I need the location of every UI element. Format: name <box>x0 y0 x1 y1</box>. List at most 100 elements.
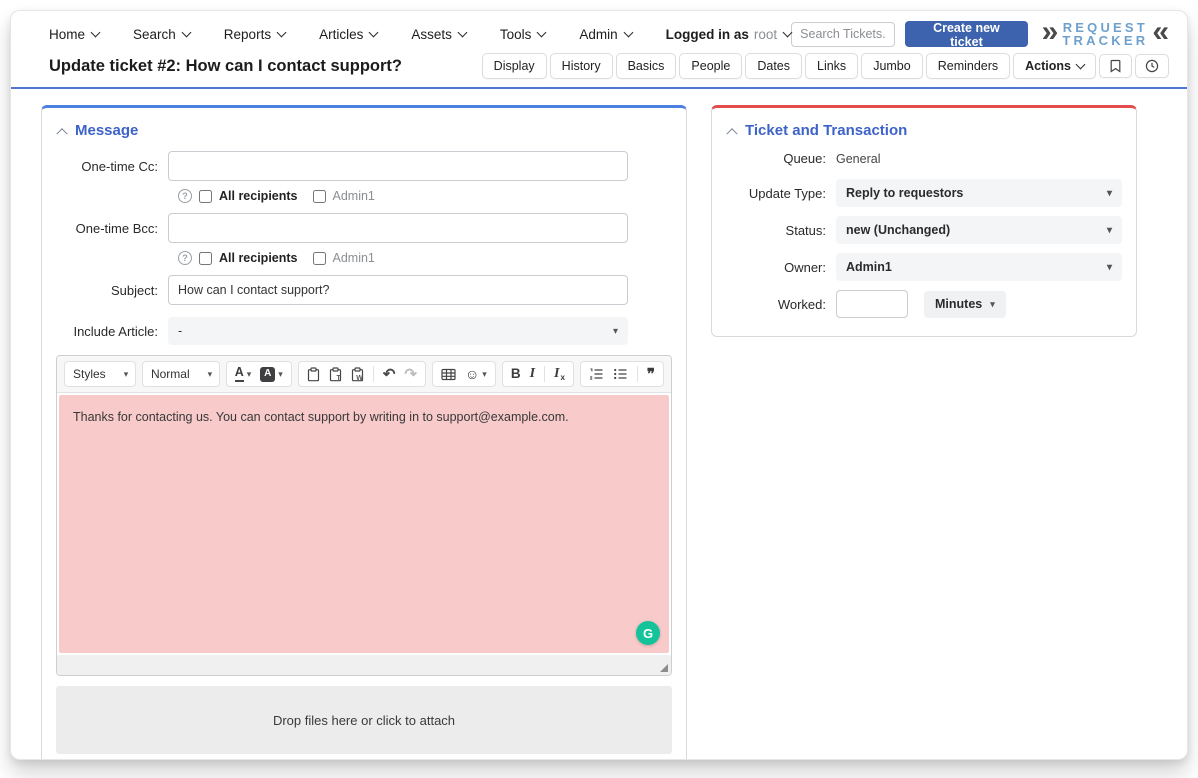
cc-all-recipients-checkbox[interactable] <box>199 190 212 203</box>
remove-format-button[interactable]: Ix <box>554 367 565 381</box>
grammarly-button[interactable]: G <box>636 621 660 645</box>
tab-basics[interactable]: Basics <box>616 53 677 79</box>
paste-button[interactable] <box>307 367 320 382</box>
nav-assets-label: Assets <box>411 27 452 42</box>
italic-button[interactable]: I <box>530 367 535 381</box>
styles-dropdown[interactable]: Styles ▾ <box>64 361 136 387</box>
paste-from-word-letter: W <box>356 375 363 382</box>
paste-plain-text-button[interactable]: T <box>329 367 342 382</box>
time-worked-button[interactable] <box>1135 54 1169 78</box>
logo-line1: REQUEST <box>1063 21 1148 34</box>
status-select[interactable]: new (Unchanged) ▾ <box>836 216 1122 244</box>
caret-down-icon: ▾ <box>124 369 129 380</box>
nav-home[interactable]: Home <box>49 27 99 42</box>
subject-label: Subject: <box>56 283 168 298</box>
font-color-button[interactable]: A▾ <box>235 366 252 382</box>
tab-people[interactable]: People <box>679 53 742 79</box>
cc-all-recipients-label: All recipients <box>219 189 298 203</box>
toolbar-divider <box>637 366 638 382</box>
nav-articles-label: Articles <box>319 27 363 42</box>
update-type-row: Update Type: Reply to requestors ▾ <box>726 179 1122 207</box>
nav-right-group: Create new ticket » REQUEST TRACKER « <box>791 21 1169 48</box>
ticket-transaction-panel: Ticket and Transaction Queue: General Up… <box>711 105 1137 337</box>
resize-handle[interactable] <box>660 664 668 672</box>
worked-unit-value: Minutes <box>935 297 982 311</box>
help-icon[interactable]: ? <box>178 189 192 203</box>
ticket-section-header[interactable]: Ticket and Transaction <box>728 122 1122 139</box>
nav-search[interactable]: Search <box>133 27 190 42</box>
emoji-button[interactable]: ☺▾ <box>465 367 487 381</box>
logo-line2: TRACKER <box>1062 34 1148 47</box>
title-bar: Update ticket #2: How can I contact supp… <box>11 53 1187 89</box>
cc-admin1-checkbox[interactable] <box>313 190 326 203</box>
nav-search-label: Search <box>133 27 176 42</box>
bcc-admin1-checkbox[interactable] <box>313 252 326 265</box>
bullet-list-button[interactable] <box>613 368 628 380</box>
subject-row: Subject: <box>56 275 672 305</box>
paragraph-format-dropdown[interactable]: Normal ▾ <box>142 361 220 387</box>
clipboard-group: T W ↶ ↷ <box>298 361 426 387</box>
include-article-select[interactable]: - ▾ <box>168 317 628 345</box>
blockquote-button[interactable]: ❞ <box>647 367 655 382</box>
bcc-all-recipients-checkbox[interactable] <box>199 252 212 265</box>
nav-articles[interactable]: Articles <box>319 27 377 42</box>
page-title: Update ticket #2: How can I contact supp… <box>49 57 402 76</box>
editor-content-area[interactable]: Thanks for contacting us. You can contac… <box>59 395 669 653</box>
nav-tools-label: Tools <box>500 27 532 42</box>
tab-history[interactable]: History <box>550 53 613 79</box>
double-chevron-right-icon: » <box>1042 17 1059 47</box>
main-content: Message One-time Cc: ? All recipients Ad… <box>11 89 1187 760</box>
tab-reminders[interactable]: Reminders <box>926 53 1010 79</box>
tab-dates[interactable]: Dates <box>745 53 802 79</box>
nav-reports[interactable]: Reports <box>224 27 285 42</box>
subject-input[interactable] <box>168 275 628 305</box>
caret-down-icon: ▾ <box>1107 262 1112 273</box>
bold-button[interactable]: B <box>511 367 521 381</box>
smiley-icon: ☺ <box>465 367 479 381</box>
search-tickets-input[interactable] <box>791 22 895 47</box>
insert-table-button[interactable] <box>441 368 456 381</box>
help-icon[interactable]: ? <box>178 251 192 265</box>
one-time-bcc-input[interactable] <box>168 213 628 243</box>
logged-in-user: root <box>754 27 777 42</box>
editor-toolbar: Styles ▾ Normal ▾ A▾ A▾ <box>57 356 671 393</box>
include-article-value: - <box>178 324 182 338</box>
status-row: Status: new (Unchanged) ▾ <box>726 216 1122 244</box>
undo-button[interactable]: ↶ <box>383 367 396 382</box>
background-color-button[interactable]: A▾ <box>260 367 283 382</box>
logged-in-menu[interactable]: Logged in as root <box>666 27 792 42</box>
message-panel: Message One-time Cc: ? All recipients Ad… <box>41 105 687 760</box>
tab-display[interactable]: Display <box>482 53 547 79</box>
insert-group: ☺▾ <box>432 361 496 387</box>
chevron-down-icon <box>537 27 547 37</box>
redo-button[interactable]: ↷ <box>404 367 417 382</box>
attachment-dropzone[interactable]: Drop files here or click to attach <box>56 686 672 754</box>
owner-select[interactable]: Admin1 ▾ <box>836 253 1122 281</box>
queue-label: Queue: <box>726 151 836 166</box>
bookmark-button[interactable] <box>1099 54 1132 78</box>
nav-admin[interactable]: Admin <box>579 27 631 42</box>
update-type-select[interactable]: Reply to requestors ▾ <box>836 179 1122 207</box>
nav-tools[interactable]: Tools <box>500 27 546 42</box>
one-time-bcc-row: One-time Bcc: <box>56 213 672 243</box>
message-section-header[interactable]: Message <box>58 122 672 139</box>
bullet-list-icon <box>613 368 628 380</box>
tab-links[interactable]: Links <box>805 53 858 79</box>
worked-unit-select[interactable]: Minutes ▾ <box>924 291 1006 318</box>
tab-actions[interactable]: Actions <box>1013 53 1096 79</box>
status-label: Status: <box>726 223 836 238</box>
numbered-list-button[interactable] <box>589 368 604 380</box>
one-time-cc-row: One-time Cc: <box>56 151 672 181</box>
paste-plain-text-letter: T <box>337 375 341 382</box>
request-tracker-logo[interactable]: » REQUEST TRACKER « <box>1042 21 1169 48</box>
cc-recipients-row: ? All recipients Admin1 <box>178 189 672 203</box>
nav-assets[interactable]: Assets <box>411 27 466 42</box>
worked-input[interactable] <box>836 290 908 318</box>
status-value: new (Unchanged) <box>846 223 950 237</box>
one-time-cc-input[interactable] <box>168 151 628 181</box>
collapse-icon <box>56 128 67 139</box>
paste-from-word-button[interactable]: W <box>351 367 364 382</box>
create-new-ticket-button[interactable]: Create new ticket <box>905 21 1028 47</box>
tab-jumbo[interactable]: Jumbo <box>861 53 923 79</box>
queue-row: Queue: General <box>726 151 1122 166</box>
